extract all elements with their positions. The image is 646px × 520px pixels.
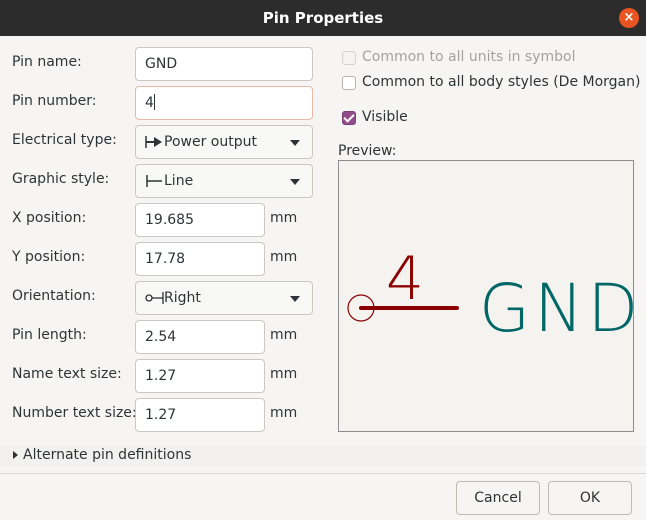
ok-button[interactable]: OK bbox=[548, 481, 632, 515]
alternate-pin-definitions-label: Alternate pin definitions bbox=[23, 447, 192, 463]
y-position-label: Y position: bbox=[12, 249, 86, 265]
window-title: Pin Properties bbox=[262, 9, 384, 27]
pin-number-value: 4 bbox=[145, 95, 154, 111]
y-position-unit: mm bbox=[270, 249, 298, 265]
separator bbox=[0, 473, 646, 474]
x-position-input[interactable]: 19.685 bbox=[135, 203, 265, 237]
title-bar: Pin Properties × bbox=[0, 0, 646, 36]
chevron-down-icon bbox=[290, 179, 300, 185]
common-body-styles-checkbox[interactable] bbox=[342, 76, 356, 90]
x-position-label: X position: bbox=[12, 210, 87, 226]
text-cursor bbox=[153, 94, 155, 110]
pin-length-unit: mm bbox=[270, 327, 298, 343]
pin-name-label: Pin name: bbox=[12, 54, 82, 70]
pin-number-text: 4 bbox=[386, 244, 424, 314]
pin-name-input[interactable]: GND bbox=[135, 47, 313, 81]
pin-length-label: Pin length: bbox=[12, 327, 87, 343]
pin-number-input[interactable]: 4 bbox=[135, 86, 313, 120]
close-icon: × bbox=[623, 10, 635, 25]
number-text-size-label: Number text size: bbox=[12, 405, 137, 421]
preview-label: Preview: bbox=[338, 143, 397, 159]
common-units-checkbox[interactable] bbox=[342, 51, 356, 65]
pin-length-input[interactable]: 2.54 bbox=[135, 320, 265, 354]
pin-number-label: Pin number: bbox=[12, 93, 97, 109]
electrical-type-select[interactable]: Power output bbox=[135, 125, 313, 159]
x-position-unit: mm bbox=[270, 210, 298, 226]
close-button[interactable]: × bbox=[619, 8, 639, 28]
orientation-select[interactable]: Right bbox=[135, 281, 313, 315]
graphic-style-label: Graphic style: bbox=[12, 171, 110, 187]
y-position-input[interactable]: 17.78 bbox=[135, 242, 265, 276]
orientation-right-icon bbox=[145, 292, 164, 304]
visible-checkbox[interactable] bbox=[342, 111, 356, 125]
number-text-size-input[interactable]: 1.27 bbox=[135, 398, 265, 432]
visible-label: Visible bbox=[362, 109, 408, 125]
orientation-value: Right bbox=[164, 290, 201, 306]
electrical-type-value: Power output bbox=[164, 134, 257, 150]
expander-arrow-icon bbox=[13, 451, 18, 459]
electrical-type-label: Electrical type: bbox=[12, 132, 117, 148]
cancel-button[interactable]: Cancel bbox=[456, 481, 540, 515]
chevron-down-icon bbox=[290, 296, 300, 302]
name-text-size-label: Name text size: bbox=[12, 366, 122, 382]
common-units-label: Common to all units in symbol bbox=[362, 49, 576, 65]
pin-preview-canvas: 4 GND bbox=[347, 244, 633, 347]
common-body-styles-label: Common to all body styles (De Morgan) bbox=[362, 74, 641, 90]
pin-preview: 4 GND bbox=[338, 160, 634, 432]
power-output-icon bbox=[145, 136, 162, 148]
graphic-style-value: Line bbox=[164, 173, 194, 189]
line-style-icon bbox=[146, 175, 162, 187]
graphic-style-select[interactable]: Line bbox=[135, 164, 313, 198]
pin-name-text: GND bbox=[479, 270, 633, 347]
name-text-size-unit: mm bbox=[270, 366, 298, 382]
name-text-size-input[interactable]: 1.27 bbox=[135, 359, 265, 393]
number-text-size-unit: mm bbox=[270, 405, 298, 421]
alternate-pin-definitions-expander[interactable]: Alternate pin definitions bbox=[0, 446, 646, 466]
orientation-label: Orientation: bbox=[12, 288, 96, 304]
chevron-down-icon bbox=[290, 140, 300, 146]
